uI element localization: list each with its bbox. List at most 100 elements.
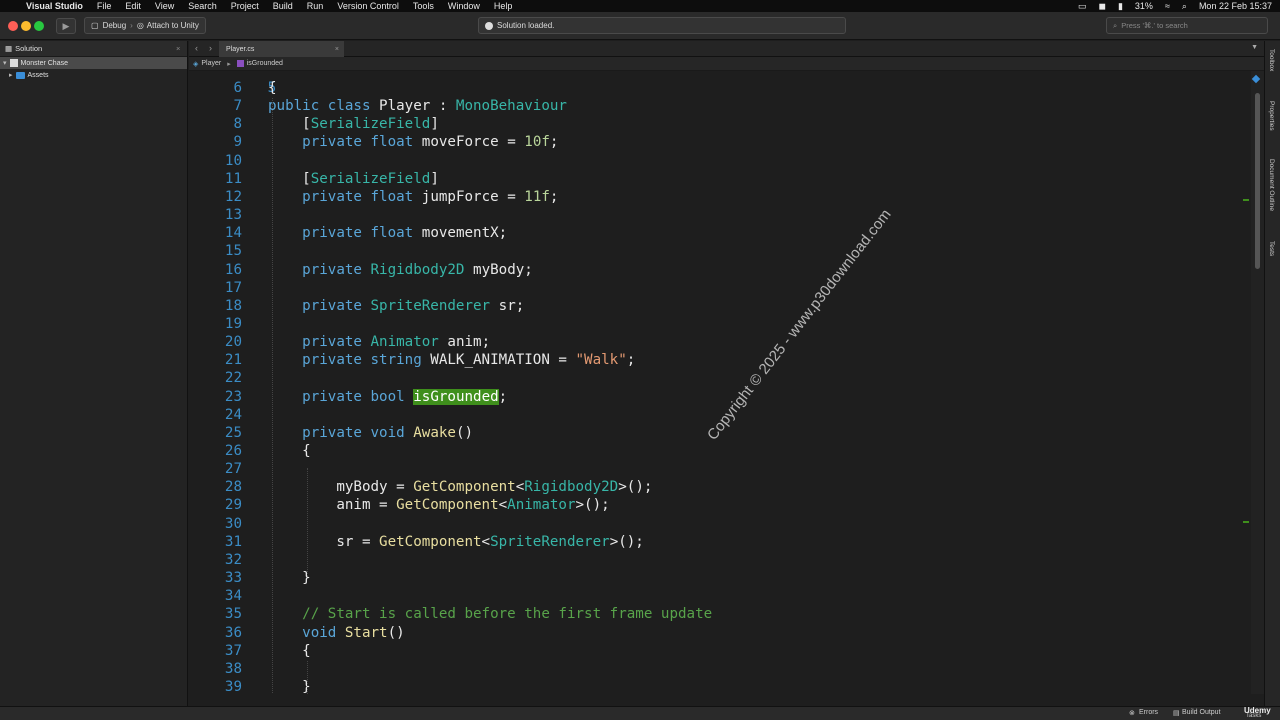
solution-header: ▦ Solution × xyxy=(0,41,187,57)
code-text: { xyxy=(268,443,311,459)
code-line: 20 private Animator anim; xyxy=(189,333,1229,351)
menu-file[interactable]: File xyxy=(97,0,112,12)
code-text: } xyxy=(268,570,311,587)
toolbar: ▶ ▢ Debug › ◎ Attach to Unity Solution l… xyxy=(0,12,1280,40)
code-text: { xyxy=(268,642,311,659)
code-line: 9 private float moveForce = 10f; xyxy=(189,133,1229,151)
battery-icon[interactable]: ▮ xyxy=(1118,0,1123,12)
line-number: 28 xyxy=(224,479,242,496)
line-number: 37 xyxy=(224,642,242,659)
line-number: 21 xyxy=(224,352,242,369)
code-line: 10 xyxy=(189,152,1229,170)
scroll-marker xyxy=(1243,521,1249,523)
code-line: 24 xyxy=(189,406,1229,424)
folder-icon xyxy=(15,71,25,79)
search-field[interactable]: ⌕ Press '⌘.' to search xyxy=(1106,17,1268,34)
code-text: private void Awake() xyxy=(302,424,474,441)
code-line: 35 // Start is called before the first f… xyxy=(189,605,1229,623)
app-name-menu[interactable]: Visual Studio xyxy=(26,0,83,12)
play-icon: ▶ xyxy=(62,21,70,31)
indent-guide xyxy=(307,468,308,576)
menu-run[interactable]: Run xyxy=(307,0,324,12)
chevron-down-icon[interactable]: ▼ xyxy=(1251,44,1258,51)
close-icon[interactable]: × xyxy=(335,46,339,53)
tree-item-assets[interactable]: ▸ Assets xyxy=(0,69,187,81)
menu-view[interactable]: View xyxy=(155,0,174,12)
line-number: 19 xyxy=(224,315,242,332)
solution-root[interactable]: ▾ Monster Chase xyxy=(0,57,187,69)
code-line: 6{ xyxy=(189,79,1229,97)
line-number: 24 xyxy=(224,406,242,423)
properties-tab[interactable]: Properties xyxy=(1268,101,1275,131)
document-outline-tab[interactable]: Document Outline xyxy=(1268,159,1275,211)
code-line: 17 xyxy=(189,279,1229,297)
line-number: 14 xyxy=(224,225,242,242)
screen-icon[interactable]: ▭ xyxy=(1078,0,1087,12)
build-output-icon: ▤ xyxy=(1173,710,1180,717)
menu-version-control[interactable]: Version Control xyxy=(337,0,399,12)
close-icon[interactable]: × xyxy=(176,44,180,53)
code-line: 32 xyxy=(189,551,1229,569)
code-line: 19 xyxy=(189,315,1229,333)
editor-scrollbar[interactable] xyxy=(1243,71,1264,694)
code-line: 36 void Start() xyxy=(189,624,1229,642)
code-line: 34 xyxy=(189,587,1229,605)
toolbox-tab[interactable]: Toolbox xyxy=(1268,49,1275,71)
bottom-status-bar: ⊗ Errors ▤ Build Output Udemy Tasks xyxy=(0,706,1280,720)
code-text: anim = GetComponent<Animator>(); xyxy=(268,497,610,514)
tab-player-cs[interactable]: Player.cs × xyxy=(219,41,344,57)
line-number: 32 xyxy=(224,551,242,568)
back-icon[interactable]: ‹ xyxy=(195,43,198,53)
menu-tools[interactable]: Tools xyxy=(413,0,434,12)
code-text: private string WALK_ANIMATION = "Walk"; xyxy=(302,352,636,369)
menu-edit[interactable]: Edit xyxy=(125,0,141,12)
menu-build[interactable]: Build xyxy=(273,0,293,12)
maximize-window-button[interactable] xyxy=(34,21,44,31)
code-text: void Start() xyxy=(302,624,405,641)
target-icon: ◎ xyxy=(136,21,144,30)
camera-icon[interactable]: ◼ xyxy=(1098,0,1105,12)
line-number: 26 xyxy=(224,443,242,459)
indent-guide xyxy=(272,98,273,693)
code-text: myBody = GetComponent<Rigidbody2D>(); xyxy=(268,479,653,496)
line-number: 20 xyxy=(224,334,242,351)
close-window-button[interactable] xyxy=(8,21,18,31)
wifi-icon[interactable]: ≈ xyxy=(1165,0,1170,12)
build-output-button[interactable]: Build Output xyxy=(1182,709,1221,716)
line-number: 8 xyxy=(233,116,242,133)
line-number: 15 xyxy=(224,243,242,260)
chevron-right-icon[interactable]: ▸ xyxy=(9,71,13,79)
run-button[interactable]: ▶ xyxy=(56,18,76,34)
code-line: 39 } xyxy=(189,678,1229,694)
run-configuration-selector[interactable]: ▢ Debug › ◎ Attach to Unity xyxy=(84,17,206,34)
menu-search[interactable]: Search xyxy=(188,0,217,12)
menu-help[interactable]: Help xyxy=(494,0,513,12)
code-text: private float moveForce = 10f; xyxy=(302,134,559,151)
code-text: private float movementX; xyxy=(302,225,508,242)
solution-title: Solution xyxy=(15,44,43,53)
solution-root-label: Monster Chase xyxy=(20,59,68,67)
tests-tab[interactable]: Tests xyxy=(1268,241,1275,256)
menu-window[interactable]: Window xyxy=(448,0,480,12)
chevron-down-icon[interactable]: ▾ xyxy=(3,59,7,67)
minimize-window-button[interactable] xyxy=(21,21,31,31)
line-number: 23 xyxy=(224,388,242,405)
battery-percent: 31% xyxy=(1134,1,1153,11)
spotlight-icon[interactable]: ⌕ xyxy=(1182,0,1187,12)
datetime[interactable]: Mon 22 Feb 15:37 xyxy=(1199,0,1272,12)
tasks-button[interactable]: Tasks xyxy=(1246,713,1261,719)
scroll-thumb[interactable] xyxy=(1255,93,1260,269)
code-text: private Animator anim; xyxy=(302,334,491,351)
code-editor[interactable]: 5 public class Player : MonoBehaviour 6{… xyxy=(189,71,1251,694)
errors-button[interactable]: Errors xyxy=(1139,709,1158,716)
code-line: 15 xyxy=(189,242,1229,260)
code-line: 21 private string WALK_ANIMATION = "Walk… xyxy=(189,351,1229,369)
line-number: 10 xyxy=(224,152,242,169)
forward-icon[interactable]: › xyxy=(209,43,212,53)
breadcrumb-member[interactable]: isGrounded xyxy=(247,60,283,67)
code-text: [SerializeField] xyxy=(268,116,439,133)
breadcrumb-class[interactable]: Player xyxy=(201,60,221,67)
check-icon xyxy=(485,21,493,30)
scroll-marker xyxy=(1251,74,1261,84)
menu-project[interactable]: Project xyxy=(231,0,259,12)
